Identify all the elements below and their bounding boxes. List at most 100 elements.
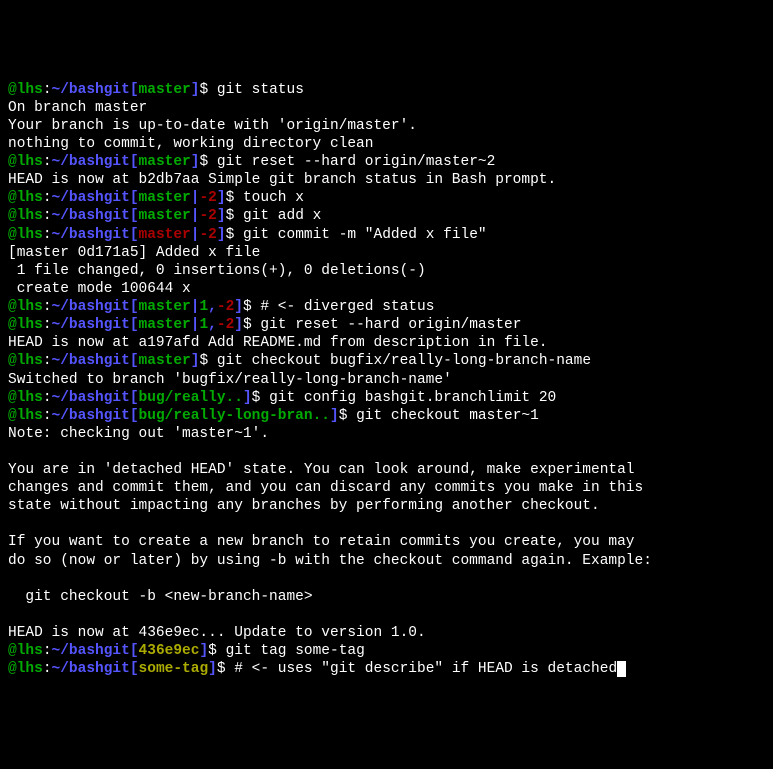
prompt-branch: master [139,353,191,369]
prompt-host: lhs [17,82,43,98]
command-text: touch x [243,190,304,206]
terminal-output[interactable]: @lhs:~/bashgit[master]$ git statusOn bra… [8,81,765,679]
terminal-line: @lhs:~/bashgit[master|-2]$ git add x [8,207,765,225]
command-text: git status [217,82,304,98]
command-text: # <- diverged status [260,299,434,315]
command-text: git tag some-tag [226,643,365,659]
prompt-at: @ [8,317,17,333]
terminal-line: nothing to commit, working directory cle… [8,135,765,153]
prompt-path: ~/bashgit [52,643,130,659]
prompt-path: ~/bashgit [52,353,130,369]
prompt-host: lhs [17,208,43,224]
prompt-bracket-close: ] [234,299,243,315]
prompt-branch: master [139,154,191,170]
terminal-line: @lhs:~/bashgit[bug/really..]$ git config… [8,389,765,407]
prompt-bracket-open: [ [130,661,139,677]
prompt-dollar: $ [199,353,216,369]
prompt-path: ~/bashgit [52,154,130,170]
prompt-at: @ [8,82,17,98]
prompt-path: ~/bashgit [52,661,130,677]
prompt-colon: : [43,317,52,333]
prompt-bracket-open: [ [130,190,139,206]
prompt-branch-part: -2 [199,208,216,224]
prompt-at: @ [8,643,17,659]
prompt-branch-part: , [208,317,217,333]
prompt-branch: some-tag [139,661,209,677]
prompt-bracket-open: [ [130,353,139,369]
prompt-branch-part: master [139,227,191,243]
prompt-colon: : [43,208,52,224]
prompt-path: ~/bashgit [52,227,130,243]
prompt-colon: : [43,154,52,170]
terminal-line [8,606,765,624]
prompt-dollar: $ [208,643,225,659]
terminal-line: 1 file changed, 0 insertions(+), 0 delet… [8,262,765,280]
prompt-host: lhs [17,390,43,406]
terminal-line: git checkout -b <new-branch-name> [8,588,765,606]
prompt-branch-part: -2 [217,299,234,315]
terminal-line: @lhs:~/bashgit[some-tag]$ # <- uses "git… [8,660,765,678]
prompt-host: lhs [17,227,43,243]
prompt-bracket-close: ] [243,390,252,406]
prompt-branch-part: -2 [217,317,234,333]
terminal-line: @lhs:~/bashgit[436e9ec]$ git tag some-ta… [8,642,765,660]
terminal-line: If you want to create a new branch to re… [8,533,765,551]
command-text: # <- uses "git describe" if HEAD is deta… [234,661,617,677]
prompt-path: ~/bashgit [52,82,130,98]
terminal-line: @lhs:~/bashgit[master]$ git status [8,81,765,99]
prompt-bracket-close: ] [208,661,217,677]
prompt-bracket-open: [ [130,643,139,659]
prompt-branch-part: 1 [199,299,208,315]
prompt-at: @ [8,208,17,224]
terminal-line: Your branch is up-to-date with 'origin/m… [8,117,765,135]
prompt-bracket-close: ] [217,208,226,224]
prompt-bracket-close: ] [217,227,226,243]
terminal-line: @lhs:~/bashgit[bug/really-long-bran..]$ … [8,407,765,425]
terminal-line: @lhs:~/bashgit[master]$ git reset --hard… [8,153,765,171]
cursor [617,661,626,677]
prompt-bracket-close: ] [330,408,339,424]
prompt-dollar: $ [217,661,234,677]
prompt-dollar: $ [226,190,243,206]
prompt-path: ~/bashgit [52,208,130,224]
prompt-bracket-open: [ [130,82,139,98]
prompt-dollar: $ [243,317,260,333]
prompt-dollar: $ [243,299,260,315]
prompt-branch: bug/really.. [139,390,243,406]
terminal-line: HEAD is now at 436e9ec... Update to vers… [8,624,765,642]
prompt-colon: : [43,643,52,659]
prompt-dollar: $ [199,154,216,170]
prompt-colon: : [43,353,52,369]
prompt-bracket-open: [ [130,299,139,315]
terminal-line: @lhs:~/bashgit[master]$ git checkout bug… [8,352,765,370]
prompt-bracket-open: [ [130,208,139,224]
terminal-line [8,443,765,461]
terminal-line: On branch master [8,99,765,117]
terminal-line [8,570,765,588]
terminal-line: @lhs:~/bashgit[master|1,-2]$ git reset -… [8,316,765,334]
prompt-host: lhs [17,408,43,424]
prompt-colon: : [43,390,52,406]
terminal-line: You are in 'detached HEAD' state. You ca… [8,461,765,479]
prompt-branch-part: -2 [199,227,216,243]
terminal-line: Note: checking out 'master~1'. [8,425,765,443]
prompt-colon: : [43,408,52,424]
prompt-branch-part: master [139,299,191,315]
prompt-branch-part: , [208,299,217,315]
terminal-line: HEAD is now at b2db7aa Simple git branch… [8,171,765,189]
terminal-line: @lhs:~/bashgit[master|-2]$ git commit -m… [8,226,765,244]
prompt-host: lhs [17,299,43,315]
terminal-line: @lhs:~/bashgit[master|1,-2]$ # <- diverg… [8,298,765,316]
terminal-line: state without impacting any branches by … [8,497,765,515]
prompt-bracket-open: [ [130,408,139,424]
prompt-host: lhs [17,317,43,333]
terminal-line: create mode 100644 x [8,280,765,298]
prompt-at: @ [8,299,17,315]
prompt-colon: : [43,227,52,243]
terminal-line: Switched to branch 'bugfix/really-long-b… [8,371,765,389]
prompt-host: lhs [17,661,43,677]
prompt-at: @ [8,353,17,369]
command-text: git config bashgit.branchlimit 20 [269,390,556,406]
prompt-dollar: $ [226,227,243,243]
prompt-colon: : [43,661,52,677]
